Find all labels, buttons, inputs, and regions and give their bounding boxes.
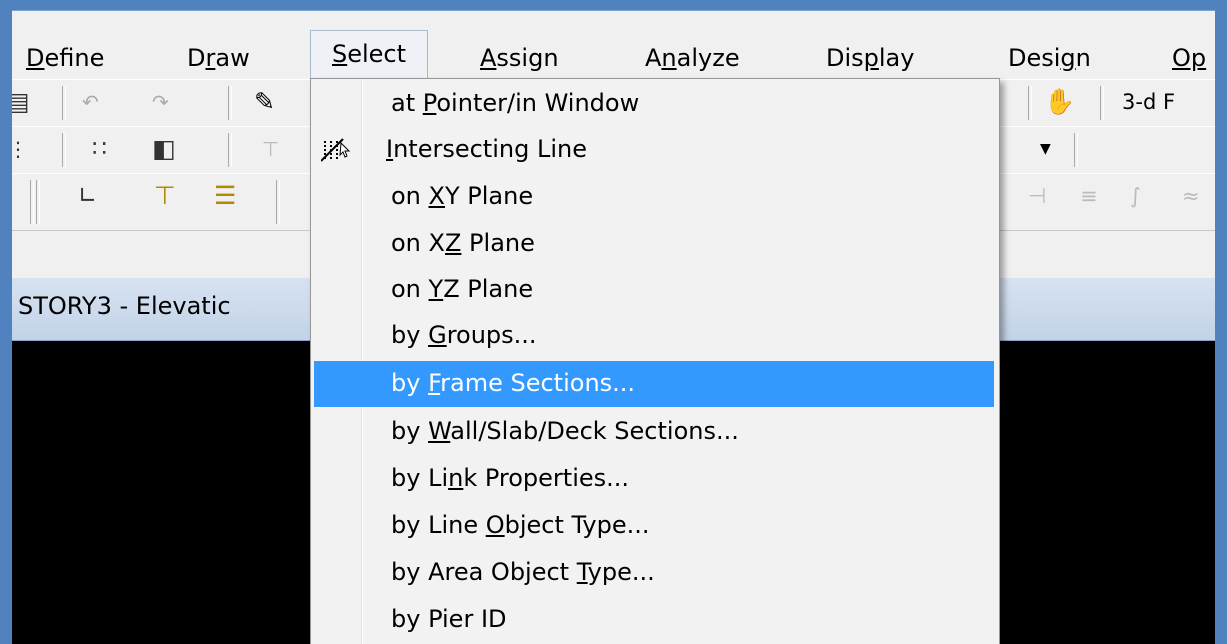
menu-design[interactable]: Design — [1008, 41, 1091, 75]
menu-item-xz-plane[interactable]: on XZ Plane — [314, 221, 994, 267]
elevation-view-icon[interactable]: ∟ — [78, 174, 97, 218]
menu-item-label: by Wall/Slab/Deck Sections... — [391, 417, 739, 445]
drawing-canvas[interactable] — [12, 341, 312, 644]
undo-icon[interactable]: ↶ — [82, 80, 99, 124]
menu-item-yz-plane[interactable]: on YZ Plane — [314, 267, 994, 313]
3d-view-button[interactable]: 3-d F — [1122, 80, 1175, 124]
toolbar-separator — [62, 86, 66, 120]
menu-display[interactable]: Display — [826, 41, 914, 75]
frame-bay-icon[interactable]: ◧ — [152, 127, 176, 171]
menu-item-label: by Link Properties... — [391, 464, 630, 492]
toolbar-separator — [228, 133, 232, 167]
menu-item-label: Intersecting Line — [386, 135, 587, 163]
menu-item-intersecting-line[interactable]: Intersecting Line — [314, 127, 994, 173]
menu-options[interactable]: Op — [1172, 41, 1206, 75]
menu-item-frame-sections[interactable]: by Frame Sections... — [314, 361, 994, 407]
menu-assign[interactable]: Assign — [480, 41, 559, 75]
menu-item-label: by Groups... — [391, 321, 537, 349]
menu-draw[interactable]: Draw — [187, 41, 250, 75]
menu-define[interactable]: Define — [26, 41, 104, 75]
toolbar-separator — [228, 86, 232, 120]
toolbar-separator — [62, 133, 66, 167]
spring-icon[interactable]: ≡ — [1080, 174, 1098, 218]
restraint-icon[interactable]: ⊤ — [262, 127, 279, 171]
wind-load-icon[interactable]: ≈ — [1182, 174, 1200, 218]
menu-item-label: by Line Object Type... — [391, 511, 650, 539]
joint-grid-icon[interactable]: ∷ — [92, 127, 107, 171]
save-icon[interactable]: ▤ — [12, 80, 30, 124]
toolbar-separator — [1028, 86, 1032, 120]
menu-item-groups[interactable]: by Groups... — [314, 313, 994, 359]
intersecting-line-icon — [321, 138, 351, 162]
section-cut-icon[interactable]: ⊤ — [154, 174, 176, 218]
window-title-bar: STORY3 - Elevatic — [12, 278, 312, 341]
menu-item-link-properties[interactable]: by Link Properties... — [314, 456, 994, 502]
redo-icon[interactable]: ↷ — [152, 80, 169, 124]
menu-bar: Define Draw Select Assign Analyze Displa… — [12, 11, 1215, 79]
menu-item-xy-plane[interactable]: on XY Plane — [314, 174, 994, 220]
menu-item-line-object-type[interactable]: by Line Object Type... — [314, 503, 994, 549]
toolbar-separator — [1100, 86, 1104, 120]
pan-hand-icon[interactable]: ✋ — [1044, 80, 1075, 124]
toolbar-separator — [276, 180, 280, 224]
menu-item-label: by Frame Sections... — [391, 369, 636, 397]
dropdown-arrow-icon[interactable]: ▼ — [1040, 127, 1051, 171]
menu-item-pier-id[interactable]: by Pier ID — [314, 597, 994, 643]
tendon-icon[interactable]: ∫ — [1130, 174, 1141, 218]
menu-analyze[interactable]: Analyze — [645, 41, 740, 75]
application-window: Define Draw Select Assign Analyze Displa… — [12, 10, 1215, 644]
menu-item-label: on XY Plane — [391, 182, 534, 210]
grid-lines-icon[interactable]: ⋮ — [12, 127, 28, 171]
menu-item-area-object-type[interactable]: by Area Object Type... — [314, 550, 994, 596]
menu-item-wall-slab-deck-sections[interactable]: by Wall/Slab/Deck Sections... — [314, 409, 994, 455]
pencil-icon[interactable]: ✎ — [254, 80, 275, 124]
menu-item-label: by Area Object Type... — [391, 558, 655, 586]
menu-item-label: on YZ Plane — [391, 275, 534, 303]
menu-item-label: at Pointer/in Window — [391, 89, 640, 117]
plan-view-icon[interactable]: ☰ — [214, 174, 236, 218]
link-element-icon[interactable]: ⊣ — [1028, 174, 1046, 218]
toolbar-separator — [30, 180, 34, 224]
menu-item-label: by Pier ID — [391, 605, 507, 633]
menu-item-label: on XZ Plane — [391, 229, 535, 257]
select-menu-dropdown: at Pointer/in Window Intersecting Line o… — [310, 78, 1000, 644]
menu-select[interactable]: Select — [310, 30, 429, 79]
toolbar-separator — [36, 180, 40, 224]
window-title-bar-extension — [998, 278, 1215, 341]
drawing-canvas[interactable] — [998, 341, 1215, 644]
menu-item-at-pointer[interactable]: at Pointer/in Window — [314, 81, 994, 127]
toolbar-separator — [1074, 133, 1078, 167]
window-title: STORY3 - Elevatic — [18, 292, 231, 320]
